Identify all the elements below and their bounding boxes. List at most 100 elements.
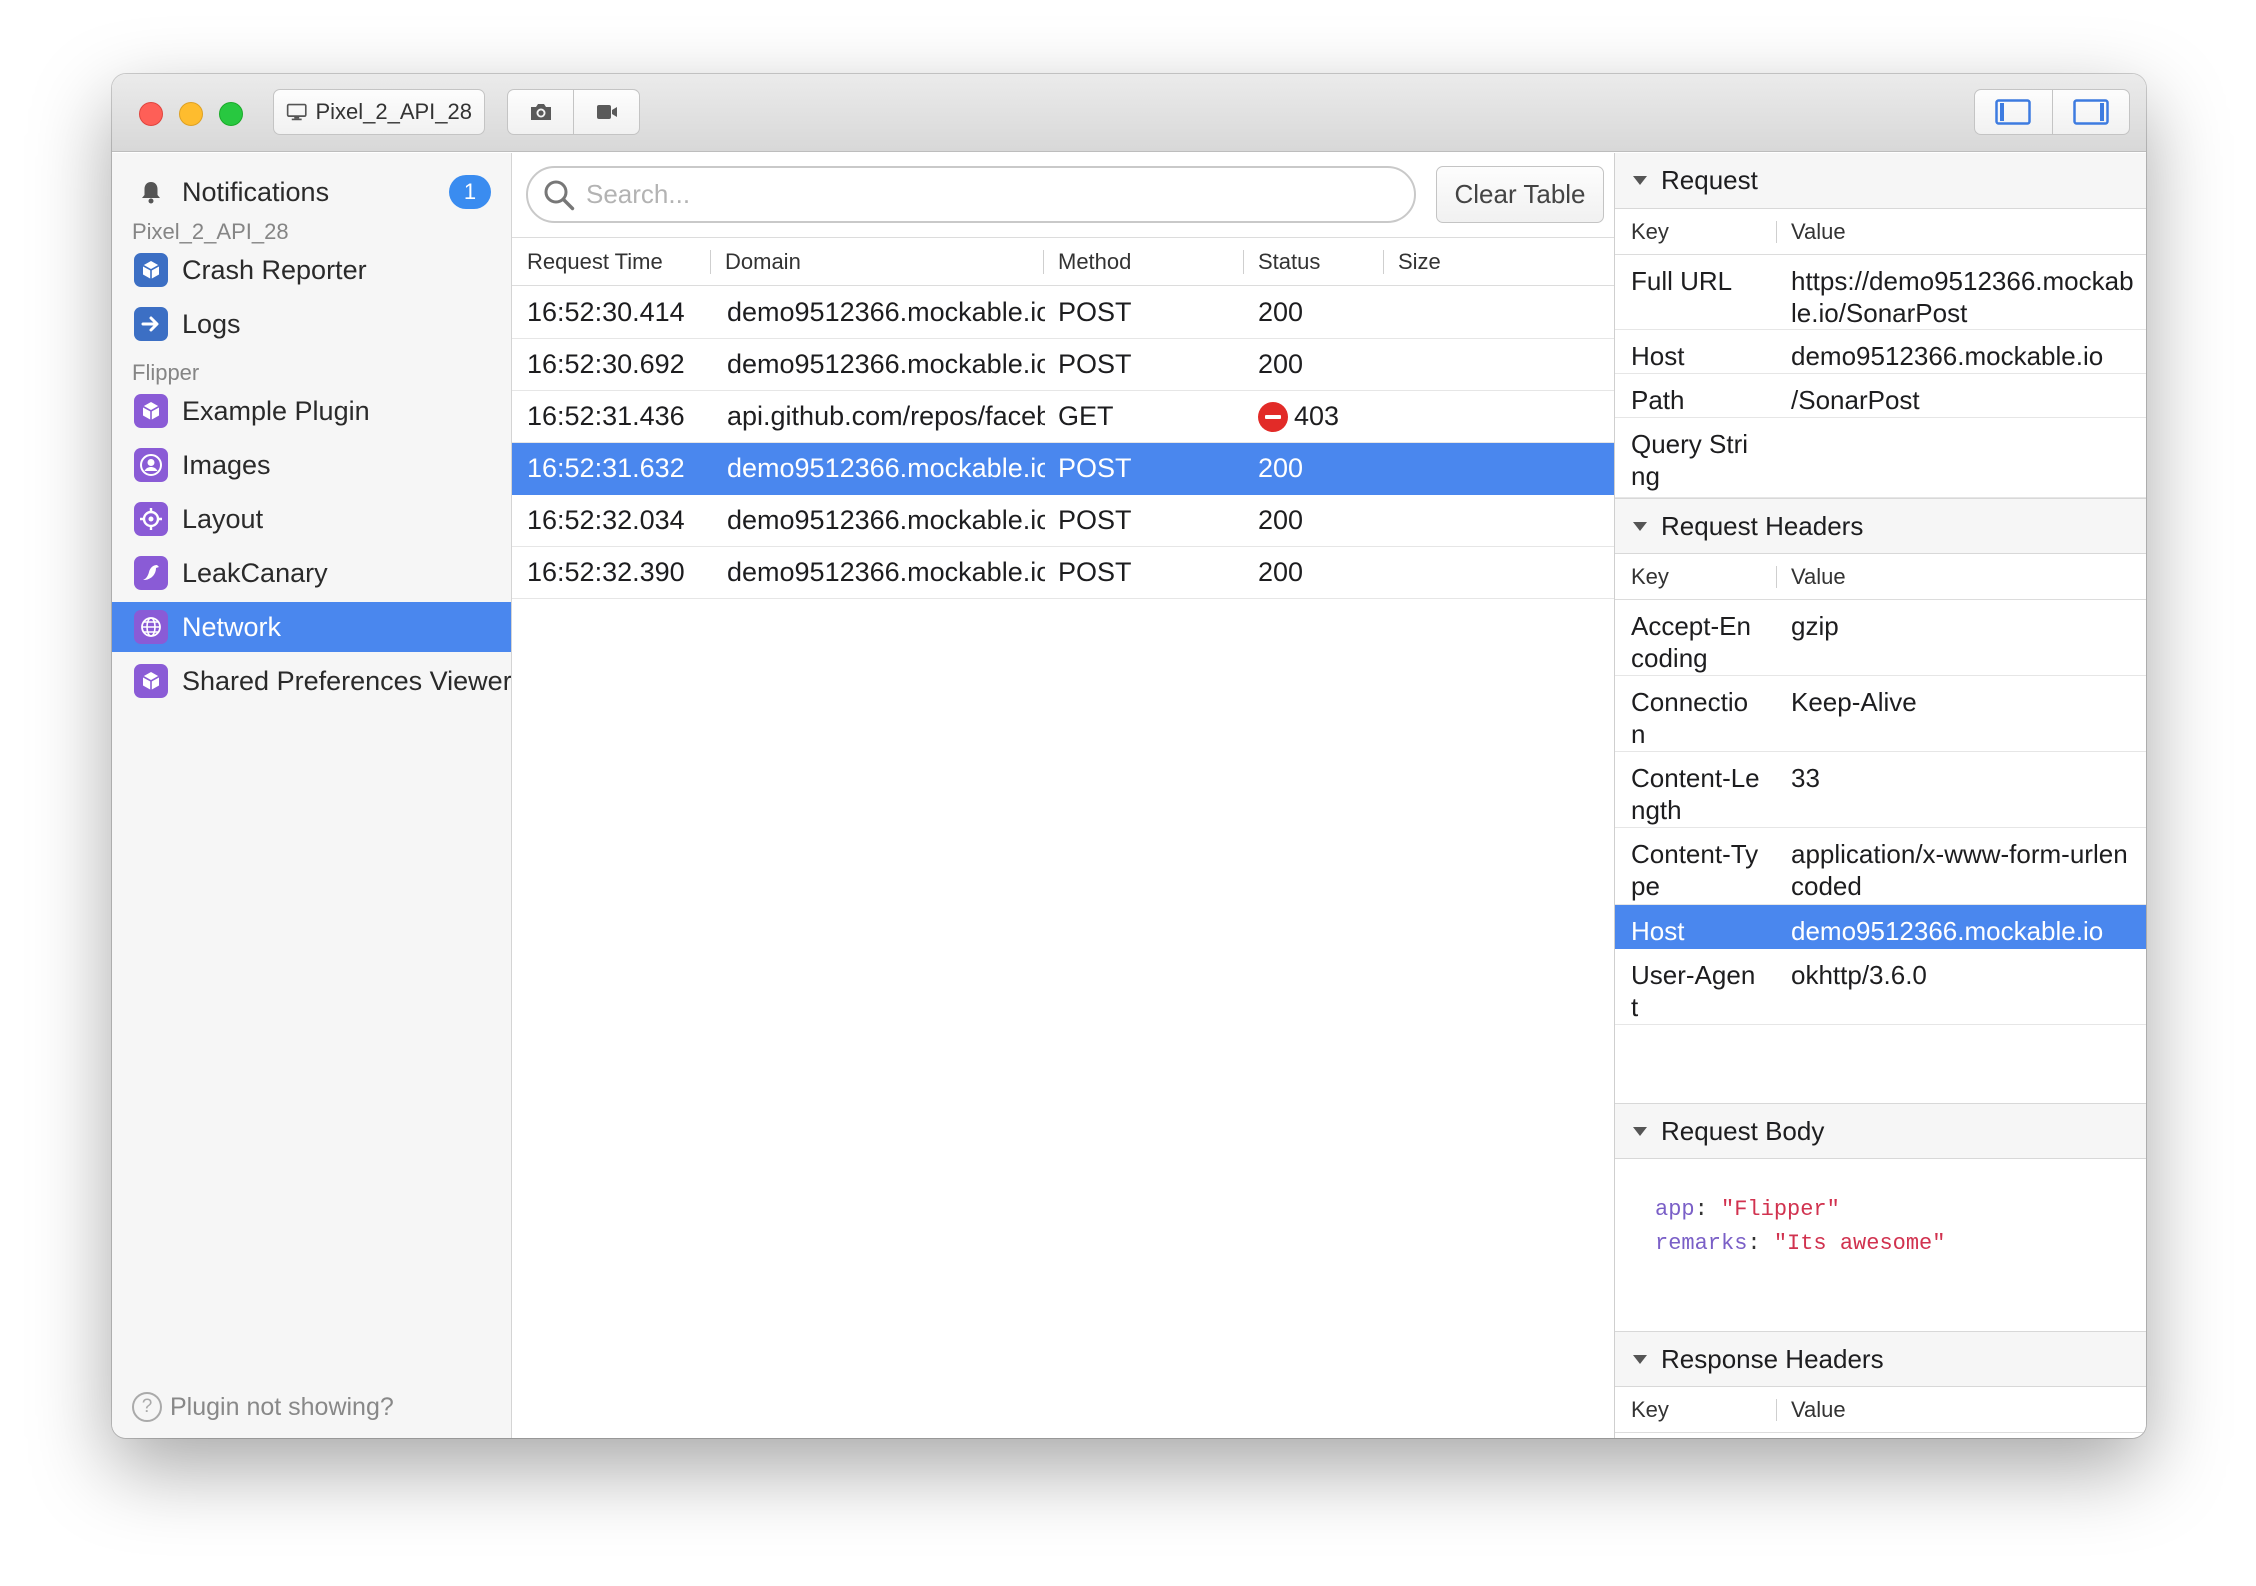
sidebar-item-label: Images: [182, 449, 271, 480]
section-request-header[interactable]: Request: [1615, 153, 2146, 209]
globe-icon: [134, 610, 168, 644]
kv-key: Full URL: [1631, 266, 1733, 296]
toggle-right-sidebar-button[interactable]: [2051, 90, 2130, 134]
sidebar-item-crash-reporter[interactable]: Crash Reporter: [112, 245, 511, 295]
sidebar-item-label: Layout: [182, 503, 264, 534]
cell-domain: api.github.com/repos/facebook/yoga: [727, 401, 1045, 431]
json-key: app: [1655, 1197, 1695, 1222]
cell-status: 403: [1258, 391, 1388, 442]
column-header-size[interactable]: Size: [1383, 238, 1614, 285]
kv-row[interactable]: Accept-Encoding gzip: [1615, 600, 2146, 676]
close-window-button[interactable]: [139, 102, 163, 126]
plugin-not-showing-link[interactable]: ? Plugin not showing?: [132, 1392, 394, 1422]
kv-value-header: Value: [1791, 564, 1846, 589]
search-input[interactable]: [586, 179, 1406, 210]
cell-method: POST: [1058, 297, 1132, 327]
status-code: 200: [1258, 557, 1304, 587]
column-header-domain[interactable]: Domain: [710, 238, 1043, 285]
sidebar-item-notifications[interactable]: Notifications 1: [112, 167, 511, 217]
kv-key: Accept-Encoding: [1631, 611, 1751, 673]
sidebar-item-logs[interactable]: Logs: [112, 299, 511, 349]
bell-icon: [142, 182, 160, 204]
clear-table-button[interactable]: Clear Table: [1436, 166, 1604, 223]
cell-method: POST: [1058, 505, 1132, 535]
kv-row[interactable]: Path /SonarPost: [1615, 374, 2146, 418]
section-title: Response Headers: [1661, 1343, 1884, 1374]
monitor-icon: [286, 103, 307, 121]
kv-value: Keep-Alive: [1791, 687, 1917, 717]
minimize-window-button[interactable]: [179, 102, 203, 126]
help-icon: ?: [132, 1392, 162, 1422]
sidebar-item-label: LeakCanary: [182, 557, 328, 588]
sidebar-item-images[interactable]: Images: [112, 440, 511, 490]
kv-key: Path: [1631, 385, 1685, 415]
toggle-left-sidebar-button[interactable]: [1975, 90, 2052, 134]
json-value: "Its awesome": [1773, 1231, 1946, 1256]
cell-domain: demo9512366.mockable.io/Sonar...: [727, 297, 1045, 327]
titlebar: Pixel_2_API_28: [112, 74, 2146, 152]
column-header-method[interactable]: Method: [1043, 238, 1243, 285]
table-row[interactable]: 16:52:32.034 demo9512366.mockable.io/Son…: [512, 495, 1614, 547]
screenshot-button[interactable]: [508, 90, 573, 134]
kv-row-selected[interactable]: Host demo9512366.mockable.io: [1615, 905, 2146, 949]
sidebar-right-icon: [2073, 99, 2109, 125]
kv-value-header: Value: [1791, 1397, 1846, 1422]
section-request-headers-header[interactable]: Request Headers: [1615, 498, 2146, 554]
table-row[interactable]: 16:52:30.414 demo9512366.mockable.io/Son…: [512, 287, 1614, 339]
cell-domain: demo9512366.mockable.io/Sonar...: [727, 349, 1045, 379]
sidebar-item-network[interactable]: Network: [112, 602, 511, 652]
sidebar-item-shared-preferences[interactable]: Shared Preferences Viewer: [112, 656, 511, 706]
column-header-status[interactable]: Status: [1243, 238, 1383, 285]
column-header-request-time[interactable]: Request Time: [512, 238, 710, 285]
cell-size: [1398, 547, 1598, 598]
kv-row[interactable]: Content-Length 33: [1615, 752, 2146, 828]
cell-method: POST: [1058, 557, 1132, 587]
section-request-body-header[interactable]: Request Body: [1615, 1103, 2146, 1159]
sidebar-item-layout[interactable]: Layout: [112, 494, 511, 544]
cell-request-time: 16:52:32.034: [527, 505, 685, 535]
kv-key: Content-Type: [1631, 839, 1759, 901]
cell-size: [1398, 339, 1598, 390]
kv-row[interactable]: access-control-allow *: [1615, 1433, 2146, 1438]
network-table-panel: Clear Table Request Time Domain Method S…: [512, 153, 1614, 1438]
kv-row[interactable]: Content-Type application/x-www-form-urle…: [1615, 828, 2146, 905]
json-line: remarks: "Its awesome": [1655, 1231, 1946, 1256]
kv-row[interactable]: Host demo9512366.mockable.io: [1615, 330, 2146, 374]
table-row[interactable]: 16:52:32.390 demo9512366.mockable.io/Son…: [512, 547, 1614, 599]
sidebar-item-example-plugin[interactable]: Example Plugin: [112, 386, 511, 436]
device-selector-button[interactable]: Pixel_2_API_28: [273, 89, 485, 135]
kv-value: demo9512366.mockable.io: [1791, 916, 2104, 946]
table-row-selected[interactable]: 16:52:31.632 demo9512366.mockable.io/Son…: [512, 443, 1614, 495]
maximize-window-button[interactable]: [219, 102, 243, 126]
table-row[interactable]: 16:52:31.436 api.github.com/repos/facebo…: [512, 391, 1614, 443]
sidebar: Notifications 1 Pixel_2_API_28 Crash Rep…: [112, 153, 512, 1438]
kv-value: gzip: [1791, 611, 1839, 641]
camera-icon: [530, 104, 551, 120]
collapse-triangle-icon: [1633, 1126, 1647, 1136]
kv-value: demo9512366.mockable.io: [1791, 341, 2104, 371]
cell-request-time: 16:52:31.632: [527, 453, 685, 483]
json-key: remarks: [1655, 1231, 1748, 1256]
cell-size: [1398, 495, 1598, 546]
kv-row[interactable]: User-Agent okhttp/3.6.0: [1615, 949, 2146, 1025]
target-icon: [134, 502, 168, 536]
sidebar-item-leakcanary[interactable]: LeakCanary: [112, 548, 511, 598]
cell-request-time: 16:52:32.390: [527, 557, 685, 587]
kv-row[interactable]: Full URL https://demo9512366.mockable.io…: [1615, 255, 2146, 330]
device-label: Pixel_2_API_28: [315, 99, 472, 124]
kv-key-header: Key: [1631, 219, 1669, 244]
sidebar-section-device: Pixel_2_API_28: [132, 219, 289, 244]
panel-toggle-group: [1974, 89, 2130, 135]
kv-row[interactable]: Connection Keep-Alive: [1615, 676, 2146, 752]
kv-row[interactable]: Query String: [1615, 418, 2146, 498]
table-header: Request Time Domain Method Status Size: [512, 237, 1614, 286]
section-response-headers-header[interactable]: Response Headers: [1615, 1331, 2146, 1387]
kv-value: https://demo9512366.mockable.io/SonarPos…: [1791, 266, 2134, 328]
record-video-button[interactable]: [573, 90, 639, 134]
sidebar-left-icon: [1995, 99, 2031, 125]
video-icon: [596, 105, 617, 119]
table-row[interactable]: 16:52:30.692 demo9512366.mockable.io/Son…: [512, 339, 1614, 391]
json-line: app: "Flipper": [1655, 1197, 1840, 1222]
request-body-json: app: "Flipper" remarks: "Its awesome": [1615, 1159, 2146, 1331]
sidebar-item-label: Network: [182, 611, 282, 642]
